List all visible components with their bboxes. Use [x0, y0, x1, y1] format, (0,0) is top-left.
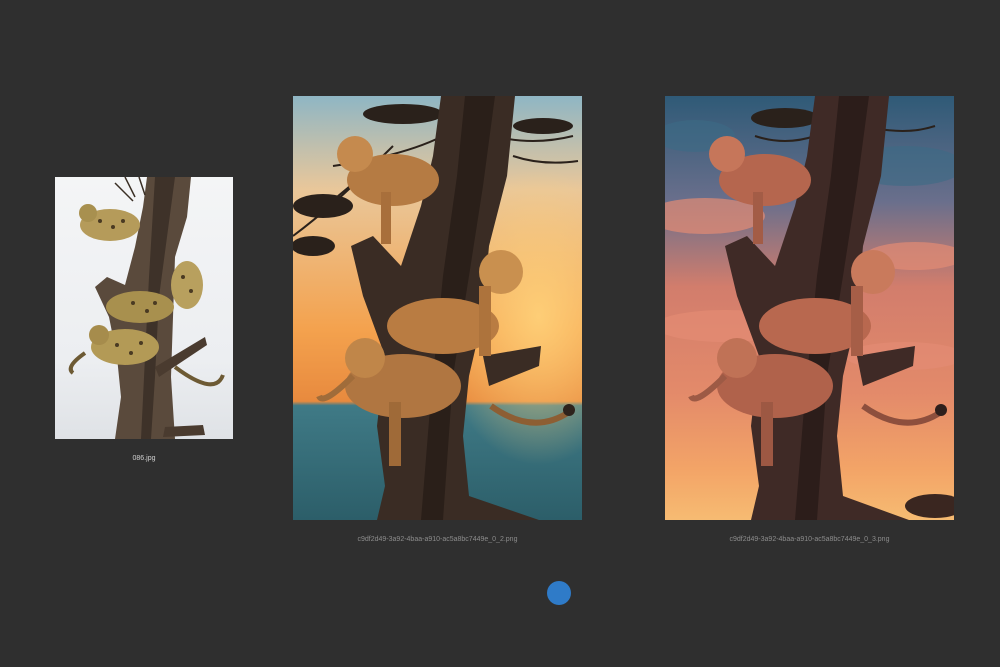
- leopards-photo: [55, 177, 233, 439]
- filename-label-1: 086.jpg: [132, 455, 156, 462]
- lionesses-sunset-photo: [293, 96, 582, 520]
- thumbnail-image-1[interactable]: [55, 177, 233, 439]
- filename-label-2: c9df2d49-3a92-4baa-a910-ac5a8bc7449e_0_2…: [357, 536, 518, 543]
- thumbnail-image-3[interactable]: [665, 96, 954, 520]
- lionesses-cloudy-sunset-photo: [665, 96, 954, 520]
- thumbnail-image-2[interactable]: [293, 96, 582, 520]
- image-gallery: 086.jpg c9df2d49-3a92-4baa-a910-ac5a8bc7…: [0, 0, 1000, 667]
- pagination-dot-active[interactable]: [547, 581, 571, 605]
- filename-label-3: c9df2d49-3a92-4baa-a910-ac5a8bc7449e_0_3…: [729, 536, 890, 543]
